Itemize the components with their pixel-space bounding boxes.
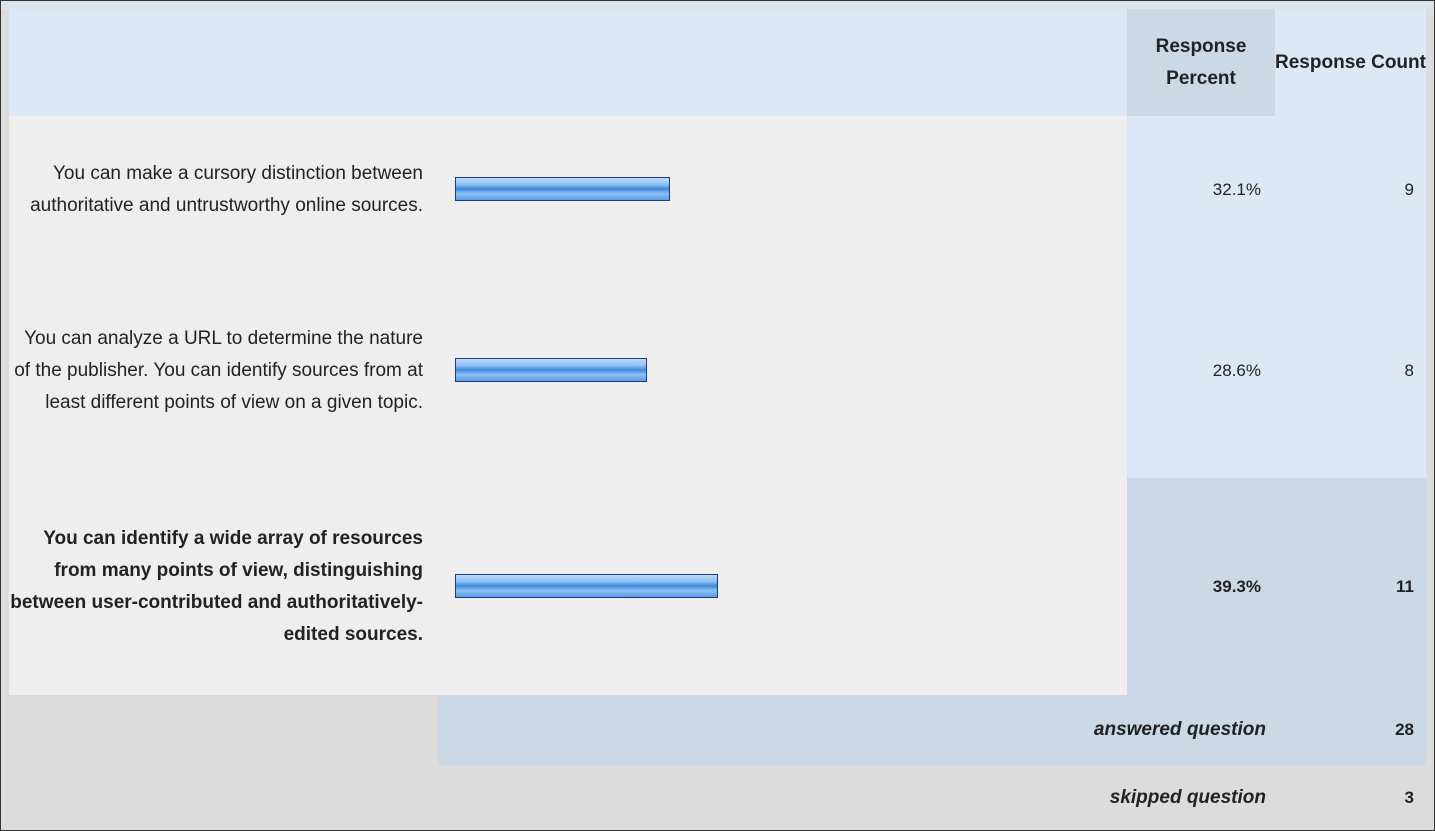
survey-results-table: Response Percent Response Count You can … bbox=[0, 0, 1435, 831]
row-label: You can analyze a URL to determine the n… bbox=[14, 328, 423, 413]
answered-cell: answered question 28 bbox=[438, 695, 1426, 765]
header-response-count: Response Count bbox=[1275, 9, 1426, 116]
top-strip bbox=[1, 1, 1434, 9]
summary-spacer bbox=[9, 695, 438, 765]
skipped-question-value: 3 bbox=[1404, 787, 1414, 807]
header-response-percent: Response Percent bbox=[1127, 9, 1275, 116]
row-label: You can identify a wide array of resourc… bbox=[10, 527, 423, 645]
response-bar bbox=[455, 177, 670, 201]
row-label: You can make a cursory distinction betwe… bbox=[30, 163, 423, 216]
response-count: 8 bbox=[1275, 264, 1426, 478]
table-row: You can analyze a URL to determine the n… bbox=[9, 264, 1426, 478]
response-bar bbox=[455, 574, 718, 598]
table-row-highlighted: You can identify a wide array of resourc… bbox=[9, 478, 1426, 695]
response-percent: 28.6% bbox=[1127, 264, 1275, 478]
table-row: You can make a cursory distinction betwe… bbox=[9, 116, 1426, 264]
answered-question-value: 28 bbox=[1395, 720, 1414, 739]
response-count: 9 bbox=[1275, 116, 1426, 264]
response-percent: 32.1% bbox=[1127, 116, 1275, 264]
response-bar bbox=[455, 358, 647, 382]
skipped-cell: skipped question 3 bbox=[9, 765, 1426, 830]
skipped-question-label: skipped question bbox=[1109, 786, 1266, 808]
answered-question-row: answered question 28 bbox=[9, 695, 1426, 765]
response-percent: 39.3% bbox=[1127, 478, 1275, 695]
response-count: 11 bbox=[1275, 478, 1426, 695]
answered-question-label: answered question bbox=[1093, 719, 1266, 740]
skipped-question-row: skipped question 3 bbox=[9, 765, 1426, 830]
